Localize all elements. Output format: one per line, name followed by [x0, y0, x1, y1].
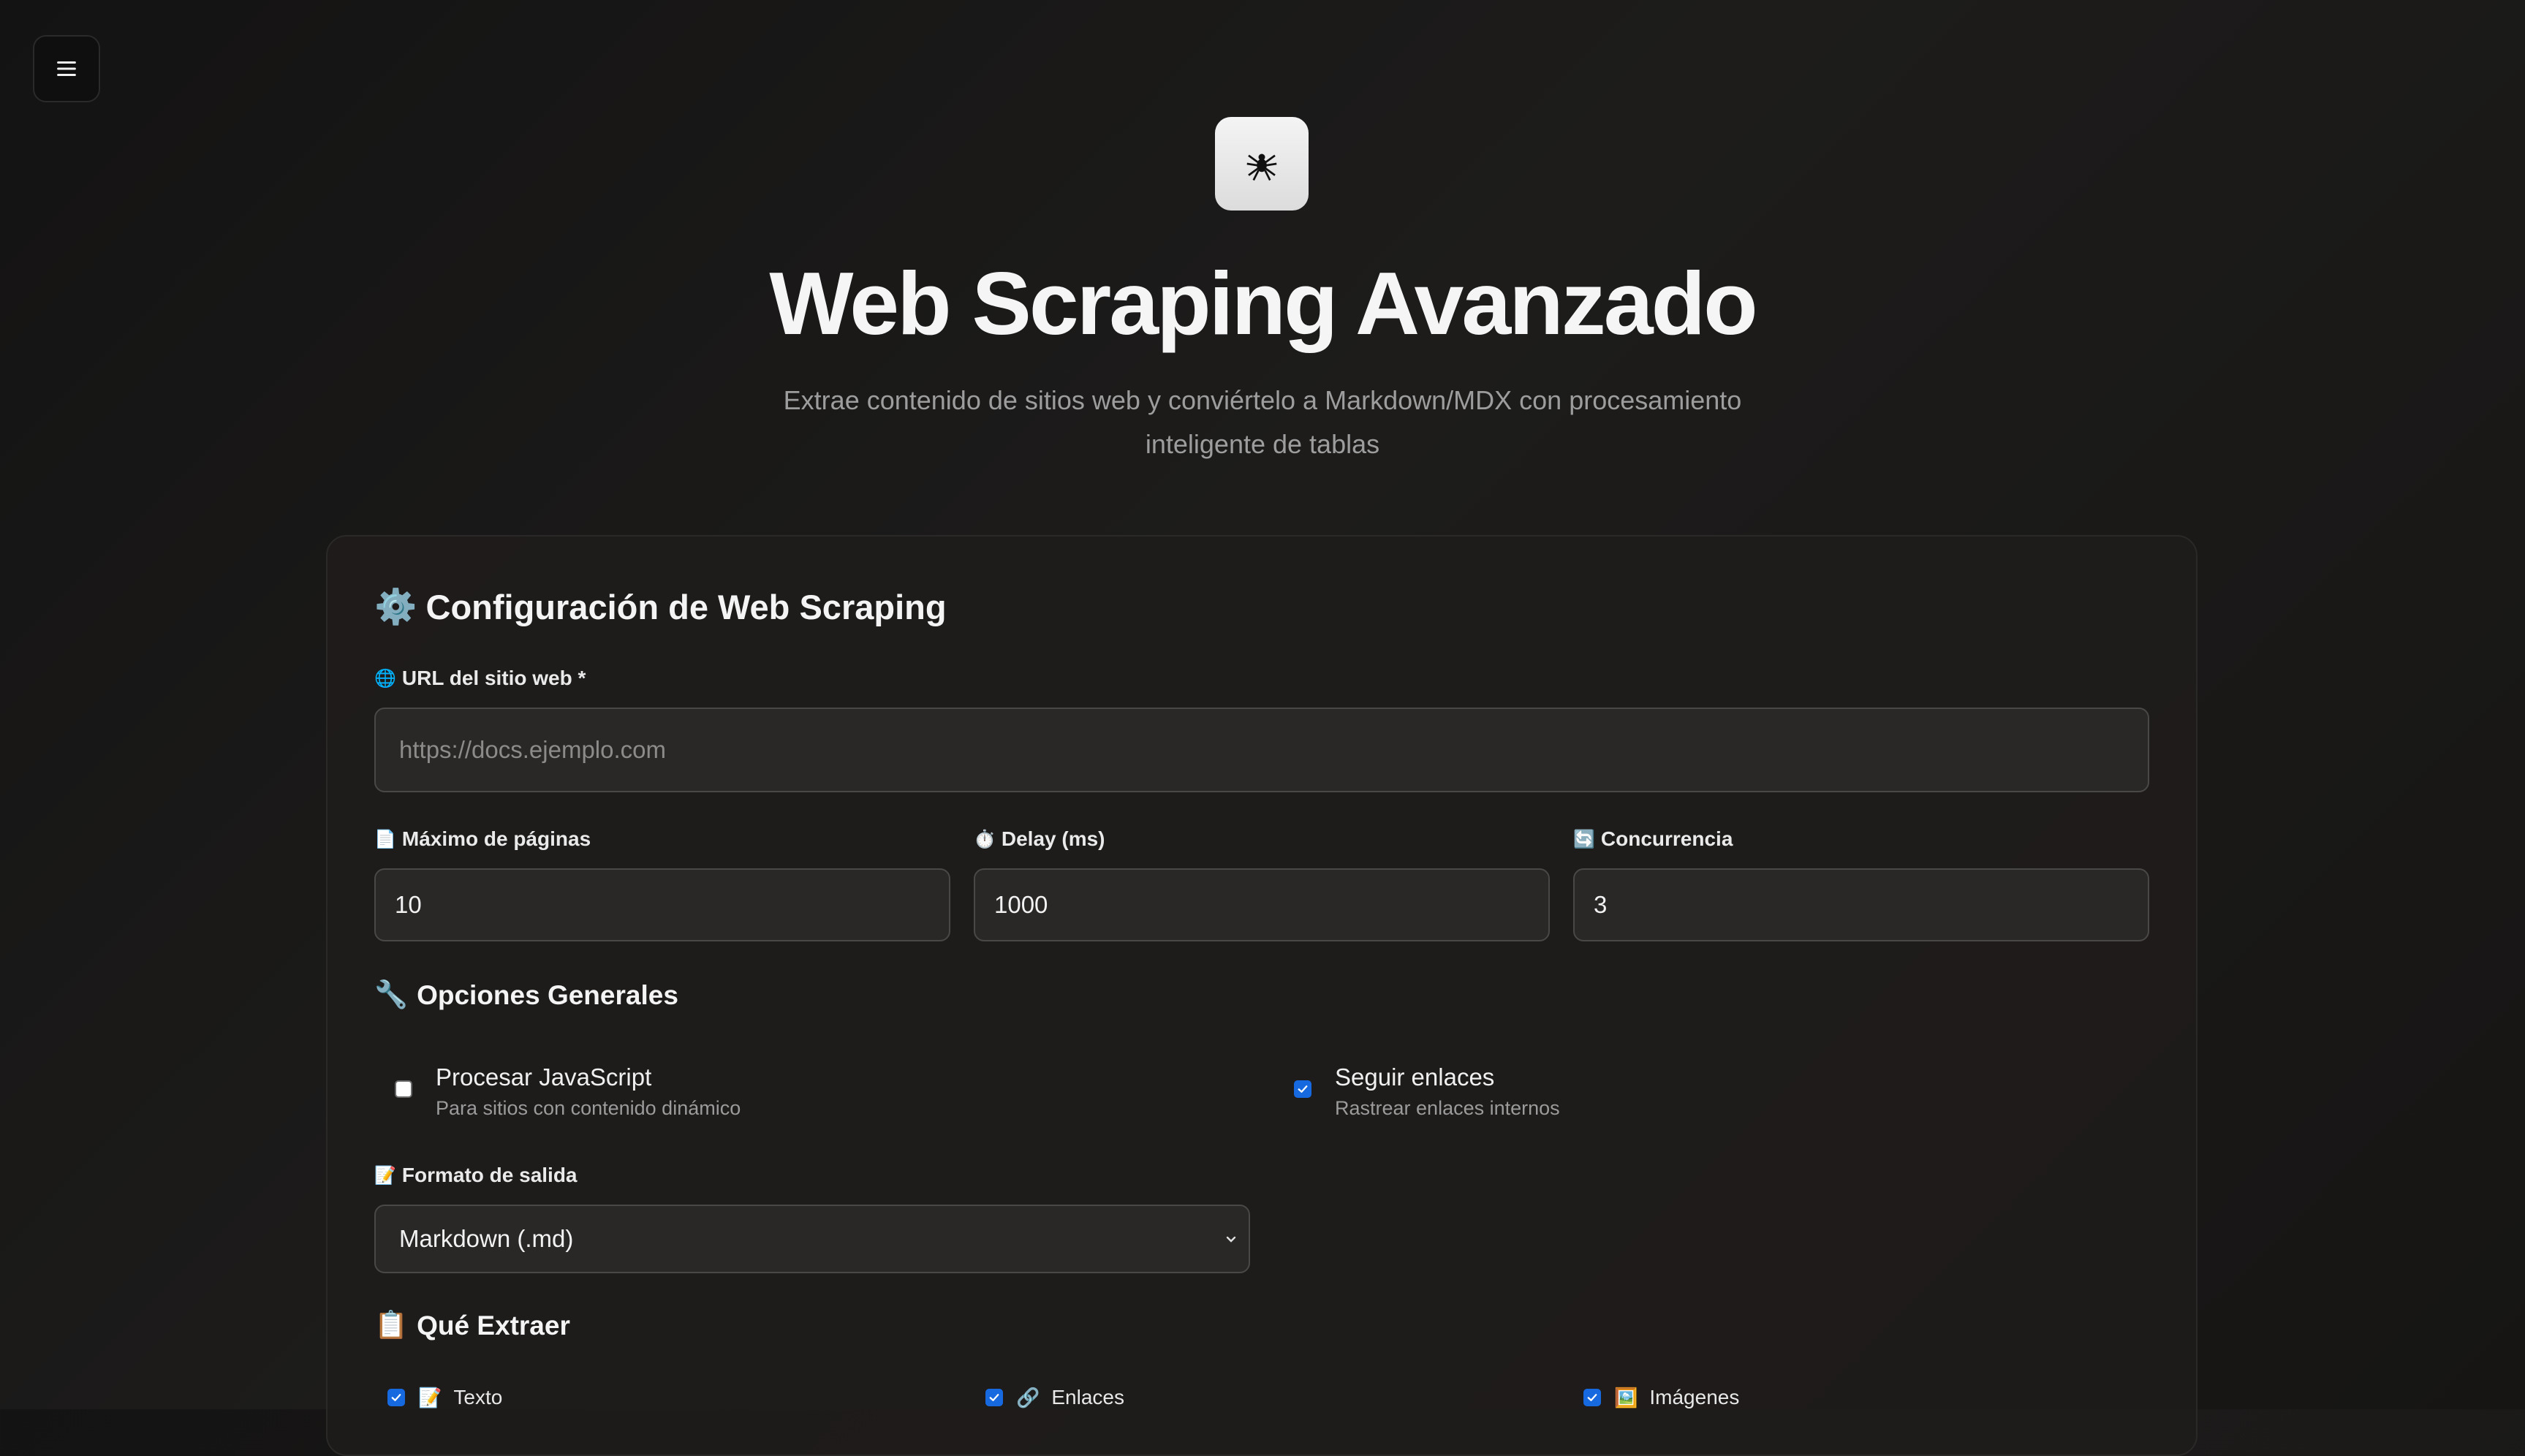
delay-input[interactable]: 1000	[974, 868, 1550, 941]
url-input[interactable]: https://docs.ejemplo.com	[374, 708, 2149, 792]
follow-links-checkbox[interactable]	[1294, 1080, 1311, 1098]
memo-icon: 📝	[418, 1386, 442, 1408]
page-subtitle: Extrae contenido de sitios web y conviér…	[783, 385, 1742, 459]
app-logo	[1215, 117, 1309, 211]
gear-icon: ⚙️	[374, 587, 417, 626]
extract-item-links[interactable]: 🔗 Enlaces	[985, 1386, 1124, 1409]
extract-text-checkbox[interactable]	[387, 1389, 405, 1406]
max-pages-label: 📄 Máximo de páginas	[374, 827, 591, 850]
page-icon: 📄	[374, 829, 396, 849]
clipboard-icon: 📋	[374, 1310, 409, 1340]
delay-label: ⏱️ Delay (ms)	[974, 827, 1105, 850]
extract-item-images[interactable]: 🖼️ Imágenes	[1583, 1386, 1739, 1409]
link-icon: 🔗	[1016, 1386, 1040, 1408]
extract-title: 📋 Qué Extraer	[374, 1310, 570, 1341]
picture-icon: 🖼️	[1614, 1386, 1638, 1408]
refresh-icon: 🔄	[1573, 829, 1595, 849]
wrench-icon: 🔧	[374, 979, 409, 1009]
concurrency-input[interactable]: 3	[1573, 868, 2149, 941]
extract-images-checkbox[interactable]	[1583, 1389, 1601, 1406]
javascript-checkbox[interactable]	[395, 1080, 412, 1098]
max-pages-input[interactable]: 10	[374, 868, 950, 941]
concurrency-label: 🔄 Concurrencia	[1573, 827, 1733, 850]
extract-item-text[interactable]: 📝 Texto	[387, 1386, 502, 1409]
output-format-select[interactable]: Markdown (.md)	[374, 1205, 1250, 1273]
option-follow-links[interactable]: Seguir enlaces Rastrear enlaces internos	[1294, 1061, 1560, 1123]
option-javascript[interactable]: Procesar JavaScript Para sitios con cont…	[395, 1061, 741, 1123]
extract-links-checkbox[interactable]	[985, 1389, 1003, 1406]
general-options-title: 🔧 Opciones Generales	[374, 979, 678, 1010]
check-icon	[391, 1394, 401, 1401]
stopwatch-icon: ⏱️	[974, 829, 996, 849]
config-card: ⚙️ Configuración de Web Scraping 🌐 URL d…	[326, 535, 2197, 1456]
spider-icon	[1246, 153, 1277, 181]
memo-icon: 📝	[374, 1165, 396, 1186]
check-icon	[1587, 1394, 1597, 1401]
globe-icon: 🌐	[374, 668, 396, 689]
output-format-label: 📝 Formato de salida	[374, 1164, 578, 1186]
config-title: ⚙️ Configuración de Web Scraping	[374, 587, 947, 626]
menu-button[interactable]	[33, 35, 100, 102]
chevron-down-icon	[1226, 1236, 1236, 1243]
url-label: 🌐 URL del sitio web *	[374, 667, 586, 689]
hamburger-icon	[57, 61, 76, 77]
check-icon	[1298, 1085, 1308, 1093]
check-icon	[989, 1394, 999, 1401]
page-title: Web Scraping Avanzado	[769, 254, 1757, 353]
